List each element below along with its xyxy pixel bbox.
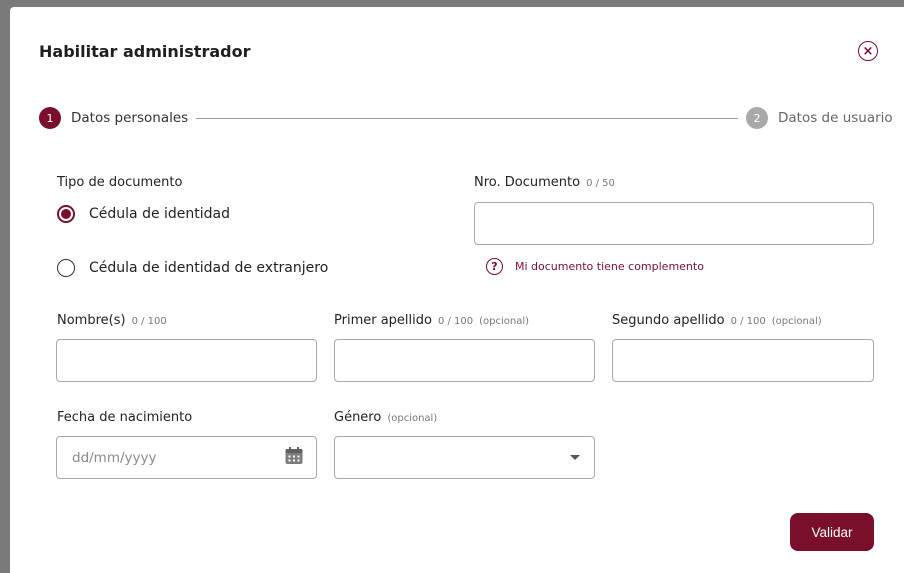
second-surname-label: Segundo apellido 0 / 100 (opcional) <box>612 313 822 328</box>
char-counter: 0 / 50 <box>586 178 615 189</box>
gender-label: Género (opcional) <box>334 410 437 425</box>
close-button[interactable]: × <box>858 41 878 61</box>
field-label: Primer apellido <box>334 313 432 328</box>
field-label: Nro. Documento <box>474 175 581 190</box>
step-label: Datos personales <box>71 110 189 126</box>
chevron-down-icon <box>570 455 580 460</box>
char-counter: 0 / 100 <box>131 316 167 327</box>
date-placeholder: dd/mm/yyyy <box>72 449 157 466</box>
step-number-badge: 2 <box>746 107 768 129</box>
radio-checked-icon <box>57 205 75 223</box>
step-label: Datos de usuario <box>778 110 893 126</box>
radio-label: Cédula de identidad de extranjero <box>89 260 329 276</box>
field-label: Nombre(s) <box>57 313 126 328</box>
gender-select[interactable] <box>334 436 595 479</box>
second-surname-input[interactable] <box>612 339 874 382</box>
radio-unchecked-icon <box>57 259 75 277</box>
radio-label: Cédula de identidad <box>89 206 231 222</box>
field-label: Género <box>334 410 382 425</box>
birth-date-input[interactable]: dd/mm/yyyy <box>56 436 317 479</box>
optional-tag: (opcional) <box>479 316 530 327</box>
validate-button[interactable]: Validar <box>790 513 874 551</box>
dialog-title: Habilitar administrador <box>39 42 251 61</box>
document-number-label: Nro. Documento 0 / 50 <box>474 175 615 190</box>
complement-link[interactable]: ? Mi documento tiene complemento <box>486 258 704 275</box>
char-counter: 0 / 100 <box>730 316 766 327</box>
step-number-badge: 1 <box>39 107 61 129</box>
birth-date-label: Fecha de nacimiento <box>57 410 193 425</box>
step-user-data[interactable]: 2 Datos de usuario <box>746 107 893 129</box>
first-surname-input[interactable] <box>334 339 595 382</box>
radio-cedula-extranjero[interactable]: Cédula de identidad de extranjero <box>57 259 328 277</box>
step-personal-data[interactable]: 1 Datos personales <box>39 107 188 129</box>
optional-tag: (opcional) <box>387 413 438 424</box>
stepper-connector <box>196 118 738 119</box>
radio-cedula-identidad[interactable]: Cédula de identidad <box>57 205 230 223</box>
first-surname-label: Primer apellido 0 / 100 (opcional) <box>334 313 529 328</box>
calendar-icon[interactable] <box>284 446 304 470</box>
question-circle-icon: ? <box>486 258 503 275</box>
enable-admin-dialog: Habilitar administrador × 1 Datos person… <box>10 7 904 573</box>
optional-tag: (opcional) <box>771 316 822 327</box>
first-name-input[interactable] <box>56 339 317 382</box>
document-type-label: Tipo de documento <box>57 175 183 190</box>
field-label: Segundo apellido <box>612 313 725 328</box>
char-counter: 0 / 100 <box>437 316 474 327</box>
complement-link-text: Mi documento tiene complemento <box>515 260 704 273</box>
close-icon: × <box>862 43 874 59</box>
document-number-input[interactable] <box>474 202 874 245</box>
first-name-label: Nombre(s) 0 / 100 <box>57 313 167 328</box>
